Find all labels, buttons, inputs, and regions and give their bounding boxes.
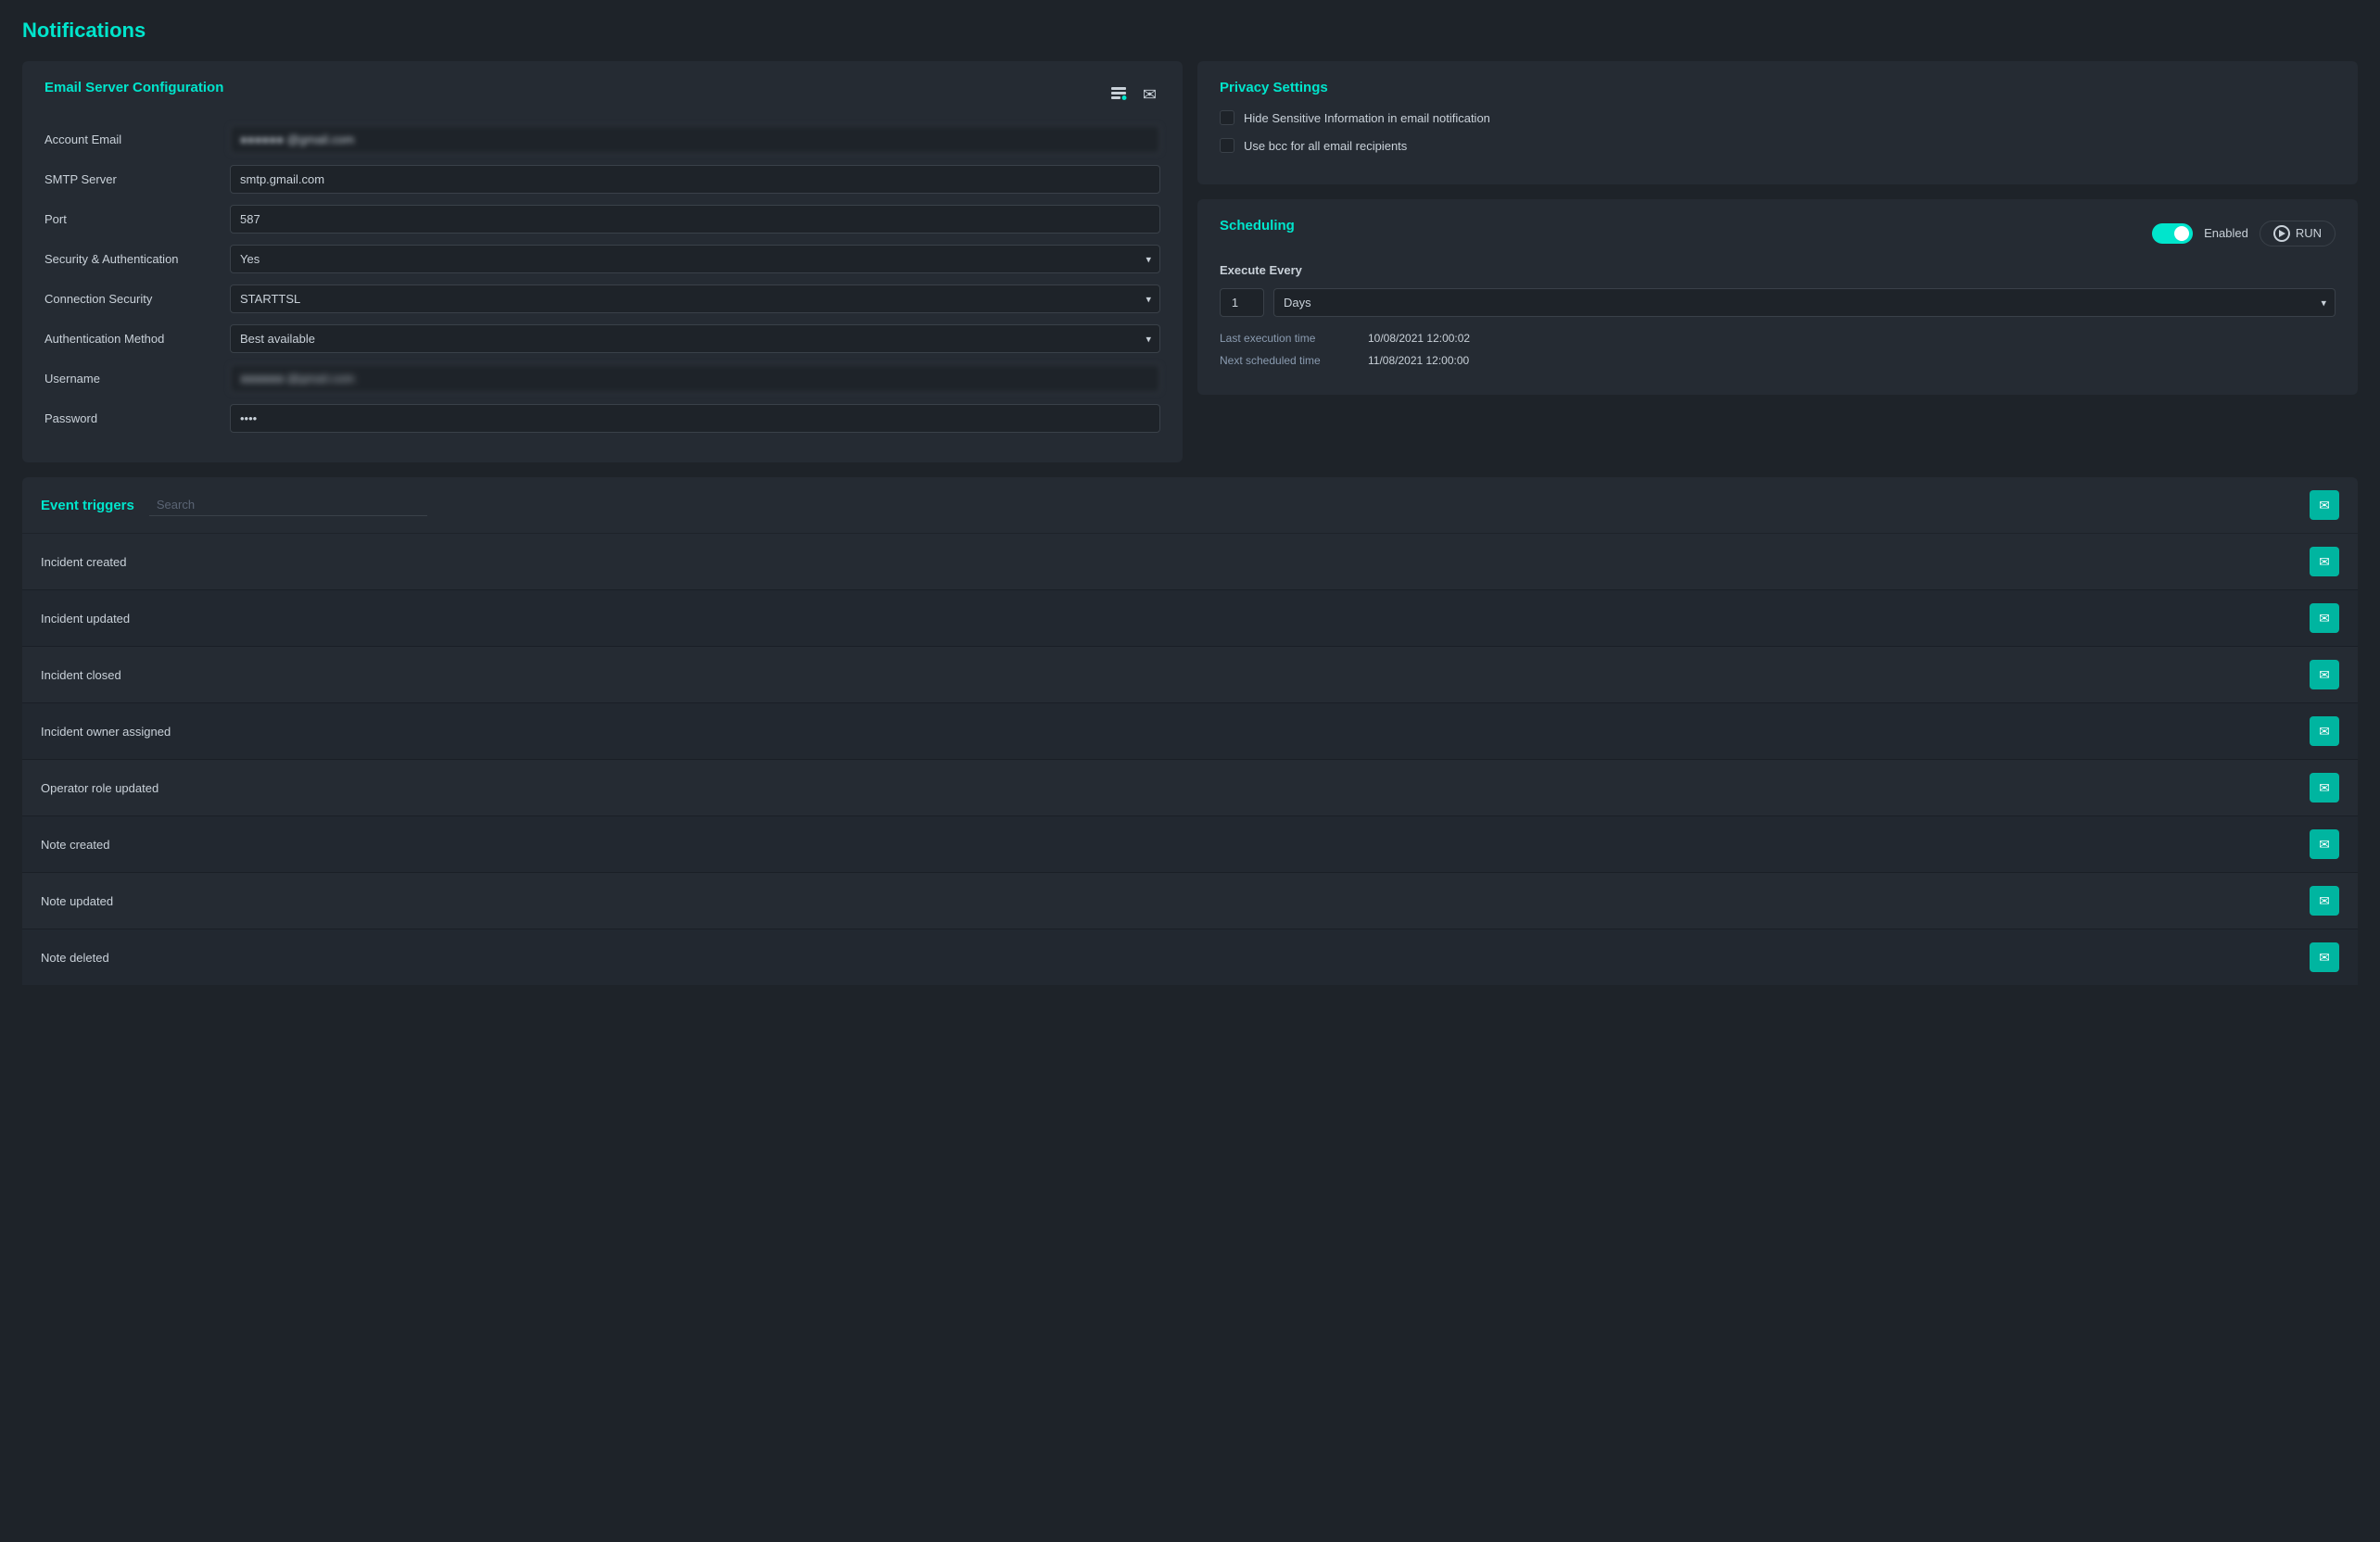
event-triggers-search[interactable] <box>149 494 427 516</box>
last-execution-value: 10/08/2021 12:00:02 <box>1368 332 1470 345</box>
event-trigger-name: Note created <box>41 838 109 852</box>
account-email-input[interactable] <box>230 125 1160 154</box>
event-trigger-email-button[interactable]: ✉ <box>2310 716 2339 746</box>
mail-icon-button[interactable]: ✉ <box>1139 82 1160 108</box>
next-scheduled-value: 11/08/2021 12:00:00 <box>1368 354 1469 367</box>
event-trigger-email-button[interactable]: ✉ <box>2310 603 2339 633</box>
use-bcc-label: Use bcc for all email recipients <box>1244 139 1407 153</box>
execute-unit-wrapper: Days Hours Minutes Weeks ▾ <box>1273 288 2336 317</box>
username-input[interactable] <box>230 364 1160 393</box>
event-trigger-name: Incident updated <box>41 612 130 626</box>
run-button[interactable]: RUN <box>2260 221 2336 246</box>
connection-security-row: Connection Security STARTTSL SSL/TLS Non… <box>44 284 1160 313</box>
next-scheduled-row: Next scheduled time 11/08/2021 12:00:00 <box>1220 354 2336 367</box>
event-trigger-email-button[interactable]: ✉ <box>2310 773 2339 803</box>
security-row: Security & Authentication Yes No ▾ <box>44 245 1160 273</box>
password-label: Password <box>44 411 230 425</box>
auth-method-select-wrapper: Best available Normal password OAuth2 ▾ <box>230 324 1160 353</box>
event-triggers-list: Incident created ✉ Incident updated ✉ In… <box>22 534 2358 985</box>
username-row: Username <box>44 364 1160 393</box>
event-trigger-row: Incident closed ✉ <box>22 647 2358 703</box>
run-triangle <box>2279 230 2285 237</box>
event-triggers-section: Event triggers ✉ Incident created ✉ Inci… <box>22 477 2358 985</box>
run-play-icon <box>2273 225 2290 242</box>
execute-every-row: Days Hours Minutes Weeks ▾ <box>1220 288 2336 317</box>
use-bcc-item: Use bcc for all email recipients <box>1220 138 2336 153</box>
scheduling-title: Scheduling <box>1220 218 1295 234</box>
use-bcc-checkbox[interactable] <box>1220 138 1234 153</box>
account-email-label: Account Email <box>44 133 230 146</box>
execute-number-input[interactable] <box>1220 288 1264 317</box>
smtp-server-input[interactable] <box>230 165 1160 194</box>
username-label: Username <box>44 372 230 386</box>
event-trigger-email-button[interactable]: ✉ <box>2310 942 2339 972</box>
connection-security-select-wrapper: STARTTSL SSL/TLS None ▾ <box>230 284 1160 313</box>
email-config-card: Email Server Configuration ✉ <box>22 61 1183 462</box>
port-label: Port <box>44 212 230 226</box>
event-trigger-name: Incident closed <box>41 668 121 682</box>
event-trigger-row: Incident created ✉ <box>22 534 2358 590</box>
port-row: Port <box>44 205 1160 234</box>
event-trigger-row: Incident updated ✉ <box>22 590 2358 647</box>
security-select-wrapper: Yes No ▾ <box>230 245 1160 273</box>
event-trigger-email-button[interactable]: ✉ <box>2310 886 2339 916</box>
event-trigger-email-button[interactable]: ✉ <box>2310 829 2339 859</box>
event-trigger-row: Incident owner assigned ✉ <box>22 703 2358 760</box>
hide-sensitive-item: Hide Sensitive Information in email noti… <box>1220 110 2336 125</box>
event-trigger-name: Incident owner assigned <box>41 725 171 739</box>
connection-security-label: Connection Security <box>44 292 230 306</box>
enabled-label: Enabled <box>2204 226 2248 240</box>
smtp-server-label: SMTP Server <box>44 172 230 186</box>
event-trigger-email-button[interactable]: ✉ <box>2310 660 2339 689</box>
connection-security-select[interactable]: STARTTSL SSL/TLS None <box>230 284 1160 313</box>
auth-method-row: Authentication Method Best available Nor… <box>44 324 1160 353</box>
event-trigger-row: Operator role updated ✉ <box>22 760 2358 816</box>
privacy-settings-title: Privacy Settings <box>1220 80 2336 95</box>
auth-method-label: Authentication Method <box>44 332 230 346</box>
event-trigger-email-button[interactable]: ✉ <box>2310 547 2339 576</box>
config-icon-button[interactable] <box>1106 82 1132 108</box>
page-title: Notifications <box>22 19 2358 43</box>
security-label: Security & Authentication <box>44 252 230 266</box>
run-label: RUN <box>2296 226 2322 240</box>
hide-sensitive-checkbox[interactable] <box>1220 110 1234 125</box>
toggle-slider <box>2152 223 2193 244</box>
email-config-title: Email Server Configuration <box>44 80 223 95</box>
event-trigger-name: Note deleted <box>41 951 109 965</box>
next-scheduled-label: Next scheduled time <box>1220 354 1368 367</box>
security-select[interactable]: Yes No <box>230 245 1160 273</box>
last-execution-row: Last execution time 10/08/2021 12:00:02 <box>1220 332 2336 345</box>
scheduling-controls: Enabled RUN <box>2152 221 2336 246</box>
event-trigger-row: Note deleted ✉ <box>22 929 2358 985</box>
privacy-settings-card: Privacy Settings Hide Sensitive Informat… <box>1197 61 2358 184</box>
event-trigger-row: Note created ✉ <box>22 816 2358 873</box>
password-row: Password <box>44 404 1160 433</box>
event-triggers-header: Event triggers ✉ <box>22 477 2358 534</box>
hide-sensitive-label: Hide Sensitive Information in email noti… <box>1244 111 1490 125</box>
smtp-server-row: SMTP Server <box>44 165 1160 194</box>
event-trigger-name: Operator role updated <box>41 781 158 795</box>
account-email-row: Account Email <box>44 125 1160 154</box>
event-trigger-row: Note updated ✉ <box>22 873 2358 929</box>
scheduling-card: Scheduling Enabled RUN Execute Ever <box>1197 199 2358 395</box>
event-triggers-email-button[interactable]: ✉ <box>2310 490 2339 520</box>
email-config-header: Email Server Configuration ✉ <box>44 80 1160 110</box>
config-icon <box>1109 87 1128 106</box>
last-execution-label: Last execution time <box>1220 332 1368 345</box>
auth-method-select[interactable]: Best available Normal password OAuth2 <box>230 324 1160 353</box>
event-trigger-name: Note updated <box>41 894 113 908</box>
execute-every-label: Execute Every <box>1220 263 2336 277</box>
execute-unit-select[interactable]: Days Hours Minutes Weeks <box>1273 288 2336 317</box>
port-input[interactable] <box>230 205 1160 234</box>
password-input[interactable] <box>230 404 1160 433</box>
scheduling-header: Scheduling Enabled RUN <box>1220 218 2336 248</box>
event-trigger-name: Incident created <box>41 555 127 569</box>
mail-icon: ✉ <box>1143 85 1157 104</box>
event-triggers-title: Event triggers <box>41 498 134 513</box>
scheduling-toggle[interactable] <box>2152 223 2193 244</box>
email-config-icons: ✉ <box>1106 82 1160 108</box>
